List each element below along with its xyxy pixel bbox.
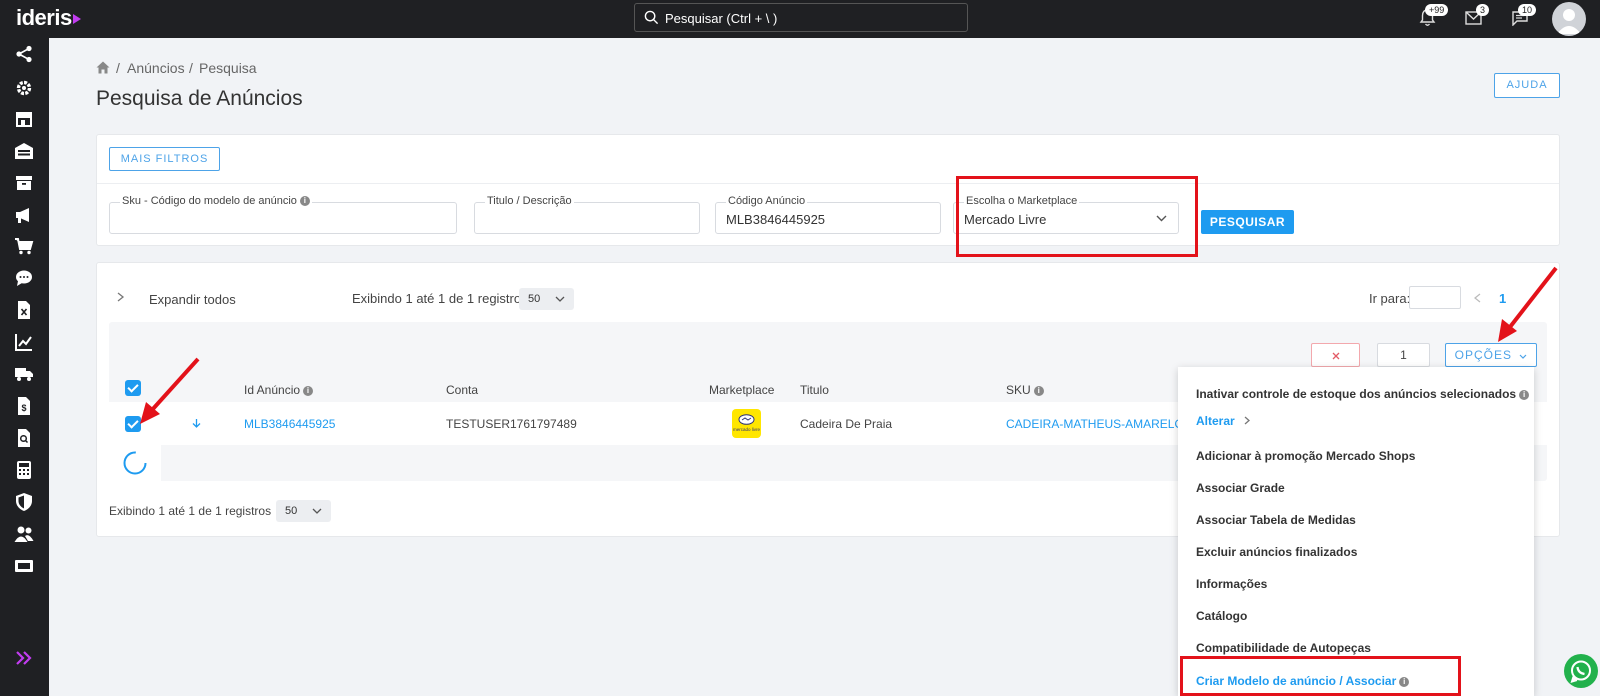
- arrow-to-options: [1498, 266, 1558, 342]
- arrow-to-checkbox: [140, 357, 200, 424]
- annotation-arrows: [140, 266, 1558, 424]
- whatsapp-button[interactable]: [1564, 654, 1598, 688]
- whatsapp-icon: [1570, 660, 1591, 683]
